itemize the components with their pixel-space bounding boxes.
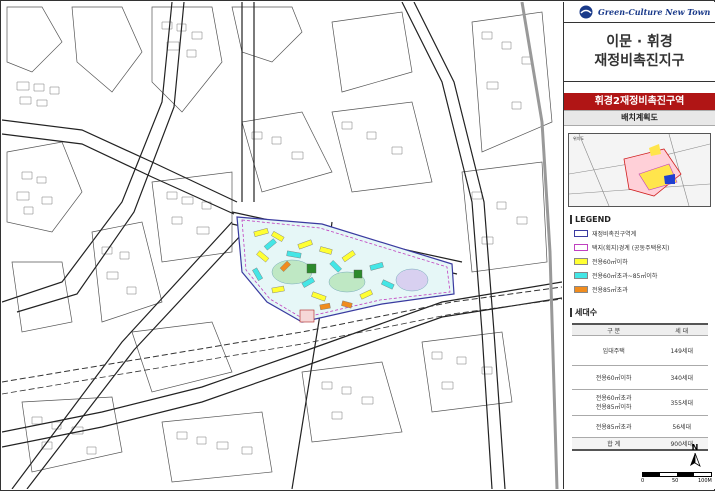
title-line2: 재정비촉진지구 [594,53,685,69]
table-row: 전용85㎡초과 56세대 [572,415,708,438]
legend-swatch [574,271,588,279]
row-value: 340세대 [655,365,708,390]
households-heading: 세대수 [570,308,715,317]
row-label: 전용60㎡이하 [572,365,656,390]
brand-text: Green-Culture New Town [598,7,711,17]
row-label: 전용60㎡초과 전용85㎡이하 [572,389,656,416]
legend-swatch [574,229,588,237]
table-row: 임대주택 149세대 [572,335,708,366]
row-value: 149세대 [655,335,708,366]
legend-label: 택지(획지)경계 (공동주택용지) [592,244,670,252]
north-arrow: N [686,443,704,471]
legend-item: 재정비촉진구역계 [574,228,715,238]
legend-item: 택지(획지)경계 (공동주택용지) [574,242,715,252]
row-value: 56세대 [655,415,708,438]
row-label: 전용85㎡초과 [572,415,656,438]
plan-label: 배치계획도 [564,110,715,126]
legend-label: 전용85㎡초과 [592,286,628,294]
north-label: N [691,443,699,452]
keymap-label: 위치도 [573,136,585,141]
row-label: 임대주택 [572,335,656,366]
map-frame: Green-Culture New Town 이문 · 휘경 재정비촉진지구 휘… [0,0,715,491]
key-map-drawing [569,134,710,206]
info-panel: Green-Culture New Town 이문 · 휘경 재정비촉진지구 휘… [563,2,715,489]
legend-label: 전용60㎡초과~85㎡이하 [592,272,658,280]
site-plan-map [2,2,562,489]
table-row: 전용60㎡이하 340세대 [572,365,708,390]
legend-label: 재정비촉진구역계 [592,230,637,238]
scale-ticks: 0 50 100M [641,477,712,485]
key-map: 위치도 [568,133,711,207]
scale-bar: 0 50 100M [641,472,712,485]
legend-list: 재정비촉진구역계 택지(획지)경계 (공동주택용지) 전용60㎡이하 전용60㎡… [564,228,715,294]
legend-item: 전용60㎡초과~85㎡이하 [574,270,715,280]
legend-label: 전용60㎡이하 [592,258,628,266]
legend-swatch [574,285,588,293]
brand-bar: Green-Culture New Town [564,2,715,23]
scale-tick: 50 [672,478,679,484]
district-title: 이문 · 휘경 재정비촉진지구 [564,23,715,82]
households-table: 구 분 세 대 임대주택 149세대 전용60㎡이하 340세대 전용60㎡초과… [572,323,708,451]
north-arrow-icon [690,452,701,467]
scale-tick: 100M [698,478,712,484]
legend-item: 전용85㎡초과 [574,284,715,294]
logo-icon [579,5,593,19]
scale-tick: 0 [641,478,645,484]
col-count: 세 대 [655,323,708,336]
legend-item: 전용60㎡이하 [574,256,715,266]
table-header-row: 구 분 세 대 [572,323,708,336]
legend-swatch [574,243,588,251]
legend-swatch [574,257,588,265]
table-row: 전용60㎡초과 전용85㎡이하 355세대 [572,389,708,416]
row-value: 355세대 [655,389,708,416]
col-category: 구 분 [572,323,656,336]
legend-heading: LEGEND [570,215,715,224]
total-label: 합 계 [572,437,656,451]
zone-name: 휘경2재정비촉진구역 [564,93,715,110]
title-line1: 이문 · 휘경 [606,34,673,50]
